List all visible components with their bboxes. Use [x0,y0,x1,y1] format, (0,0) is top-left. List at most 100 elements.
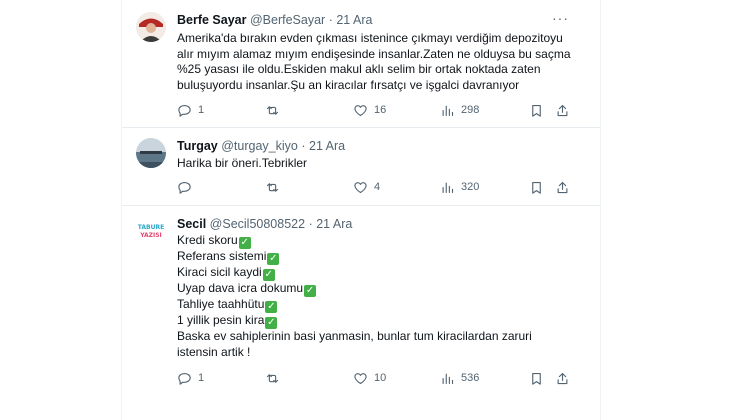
svg-text:YAZISI: YAZISI [139,232,162,239]
user-handle[interactable]: @Secil50808522 [210,217,305,231]
tweet-text: Harika bir öneri.Tebrikler [177,156,307,172]
views-count: 536 [461,372,480,384]
list-item-text: Kiraci sicil kaydi [177,265,262,279]
like-icon [354,372,367,384]
retweet-button[interactable] [265,369,286,387]
user-handle[interactable]: @turgay_kiyo [221,139,298,153]
retweet-icon [266,182,279,192]
views-button[interactable]: 536 [440,369,479,387]
tweet-header: Turgay @turgay_kiyo · 21 Ara [177,138,345,154]
tweet-text-line: Kiraci sicil kaydi ✓ [177,265,532,281]
retweet-icon [266,373,279,383]
tweet-text-line: %25 yasası ile oldu.Eskiden makul aklı s… [177,62,541,77]
separator-dot: · [328,13,333,27]
separator-dot: · [301,139,306,153]
share-button[interactable] [555,178,570,196]
reply-icon [178,181,191,194]
reply-count: 1 [198,104,205,116]
share-button[interactable] [555,101,570,119]
like-icon [354,104,367,116]
tweet-header: Berfe Sayar @BerfeSayar · 21 Ara [177,12,373,28]
avatar-photo [136,12,166,42]
list-item-text: Tahliye taahhütu [177,297,265,311]
tweet-text-line: buluşuyordu insanlar.Şu an kiracılar fır… [177,77,520,92]
tweet-text-line: Amerika'da bırakın evden çıkması istenin… [177,31,563,45]
views-button[interactable]: 320 [440,178,479,196]
list-item-text: 1 yillik pesin kira [177,313,265,327]
list-item-text: Kredi skoru [177,233,238,247]
bookmark-icon [532,181,541,194]
like-icon [354,181,367,193]
views-button[interactable]: 298 [440,101,479,119]
like-button[interactable]: 4 [353,178,380,196]
views-icon [442,373,454,384]
tweet-text-line: Tahliye taahhütu ✓ [177,297,532,313]
like-button[interactable]: 16 [353,101,386,119]
display-name[interactable]: Berfe Sayar [177,13,247,27]
tweet-date[interactable]: 21 Ara [309,139,345,153]
views-count: 320 [461,181,480,193]
check-mark-icon: ✓ [304,285,317,297]
action-bar: 1 10 536 [177,369,577,387]
share-button[interactable] [555,369,570,387]
reply-button[interactable]: 1 [177,101,204,119]
bookmark-icon [532,104,541,117]
tweet-text: Amerika'da bırakın evden çıkması istenin… [177,31,571,93]
avatar-photo [136,138,166,168]
like-button[interactable]: 10 [353,369,386,387]
retweet-button[interactable] [265,178,286,196]
tweet-text-line: alır mıyım alamaz mıyım endişesinde insa… [177,46,571,61]
tweet-text-line: Harika bir öneri.Tebrikler [177,156,308,170]
reply-button[interactable] [177,178,198,196]
check-mark-icon: ✓ [238,237,251,249]
display-name[interactable]: Turgay [177,139,218,153]
like-count: 4 [374,181,381,193]
reply-button[interactable]: 1 [177,369,204,387]
bookmark-button[interactable] [529,369,544,387]
check-mark-icon: ✓ [267,253,280,265]
check-mark-icon: ✓ [262,269,275,281]
avatar-logo-image: TABURE YAZISI [136,216,166,246]
tweet-berfe-sayar[interactable]: Berfe Sayar @BerfeSayar · 21 Ara ··· Ame… [122,0,600,127]
check-mark-icon: ✓ [265,317,278,329]
avatar[interactable]: TABURE YAZISI [136,216,166,246]
share-icon [557,372,568,384]
retweet-icon [266,105,279,115]
like-count: 10 [374,372,387,384]
reply-count: 1 [198,372,205,384]
tweet-text-line: Kredi skoru ✓ [177,233,532,249]
tweet-secil[interactable]: TABURE YAZISI Secil @Secil50808522 · 21 … [122,206,600,401]
tweet-text: Kredi skoru ✓ Referans sistemi ✓ Kiraci si… [177,233,532,360]
share-icon [557,181,568,193]
user-handle[interactable]: @BerfeSayar [250,13,325,27]
tweet-date[interactable]: 21 Ara [336,13,372,27]
timeline-right-border [600,0,601,420]
views-count: 298 [461,104,480,116]
tweet-text-line: istensin artik ! [177,344,251,359]
avatar[interactable] [136,12,166,42]
svg-text:TABURE: TABURE [138,224,164,231]
more-icon[interactable]: ··· [552,11,568,28]
bookmark-button[interactable] [529,178,544,196]
tweet-text-line: Uyap dava icra dokumu ✓ [177,281,532,297]
tweet-date[interactable]: 21 Ara [316,217,352,231]
action-bar: 4 320 [177,178,577,196]
bookmark-icon [532,372,541,385]
like-count: 16 [374,104,387,116]
retweet-button[interactable] [265,101,286,119]
display-name[interactable]: Secil [177,217,206,231]
tweet-text-line: 1 yillik pesin kira ✓ [177,313,532,329]
list-item-text: Referans sistemi [177,249,267,263]
check-mark-icon: ✓ [265,301,278,313]
tweet-text-line: Baska ev sahiplerinin basi yanmasin, bun… [177,329,532,343]
views-icon [442,182,454,193]
tweet-turgay[interactable]: Turgay @turgay_kiyo · 21 Ara Harika bir … [122,128,600,205]
bookmark-button[interactable] [529,101,544,119]
reply-icon [178,372,191,385]
avatar[interactable] [136,138,166,168]
tweet-text-line: Referans sistemi ✓ [177,249,532,265]
separator-dot: · [308,217,313,231]
views-icon [442,105,454,116]
action-bar: 1 16 298 [177,101,577,119]
share-icon [557,104,568,116]
